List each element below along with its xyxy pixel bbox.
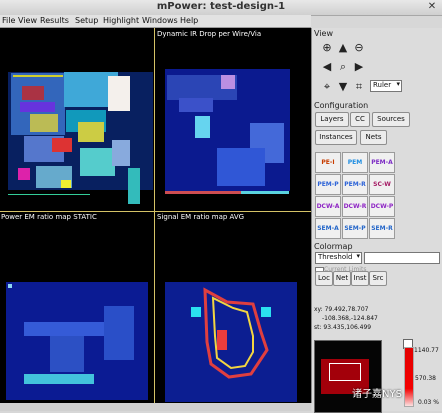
mini-map[interactable]: [314, 340, 382, 413]
menu-view[interactable]: View: [18, 16, 37, 25]
watermark-label: 诸子嘉NYS: [352, 389, 402, 400]
menu-results[interactable]: Results: [40, 16, 69, 25]
close-icon[interactable]: ✕: [426, 1, 438, 13]
arrow-up-icon[interactable]: ▲: [336, 41, 350, 55]
mini-map-focus: [329, 363, 361, 381]
net-button[interactable]: Net: [333, 271, 351, 286]
arrow-right-icon[interactable]: ▶: [352, 60, 366, 74]
inst-button[interactable]: Inst: [351, 271, 369, 286]
arrow-down-icon[interactable]: ▼: [336, 80, 350, 94]
coordinate-readout-line3: st: 93.435,106.499: [314, 324, 372, 331]
threshold-select-value: Threshold: [318, 253, 353, 261]
layout-viewport[interactable]: Dynamic IR Drop per Wire/Via Power EM ra…: [0, 28, 312, 403]
top-right-ir-drop-map[interactable]: [155, 28, 311, 211]
threshold-select[interactable]: Threshold ▾: [315, 252, 362, 264]
window-title: mPower: test-design-1: [156, 1, 286, 12]
bottom-left-power-em-map[interactable]: [0, 212, 154, 403]
threshold-input[interactable]: [364, 252, 440, 264]
coordinate-readout-xy: xy: 79.492,78.707: [314, 306, 369, 313]
chevron-down-icon: ▾: [356, 252, 360, 260]
cell-pe-i[interactable]: PE-I: [315, 152, 341, 173]
tab-instances[interactable]: Instances: [315, 130, 357, 145]
tab-nets[interactable]: Nets: [360, 130, 387, 145]
cell-sem-p[interactable]: SEM-P: [342, 218, 368, 239]
menu-file[interactable]: File: [2, 16, 15, 25]
tab-cc[interactable]: CC: [350, 112, 370, 127]
zoom-out-icon[interactable]: ⊖: [352, 41, 366, 55]
right-panel: View ⊕ ▲ ⊖ ◀ ⌕ ▶ ⌖ ▼ ⌗ Ruler ▾ Configura…: [312, 28, 442, 413]
zoom-fit-icon[interactable]: ⌕: [336, 60, 350, 74]
bottom-right-signal-em-map[interactable]: [155, 212, 311, 403]
view-panel-title: View: [314, 29, 333, 38]
color-scale-bar: [404, 347, 414, 407]
configuration-title: Configuration: [314, 101, 369, 110]
cell-dcw-a[interactable]: DCW-A: [315, 196, 341, 217]
cell-pem-p[interactable]: PEM-P: [315, 174, 341, 195]
status-bar: [0, 403, 311, 411]
tab-layers[interactable]: Layers: [315, 112, 349, 127]
ruler-select[interactable]: Ruler ▾: [370, 80, 402, 92]
scale-mid-label: 570.38: [415, 375, 436, 382]
cell-dcw-p[interactable]: DCW-P: [369, 196, 395, 217]
src-button[interactable]: Src: [369, 271, 387, 286]
scale-min-label: 0.03 %: [418, 399, 439, 406]
chevron-down-icon: ▾: [396, 80, 400, 88]
scale-max-label: 1140.77: [414, 347, 439, 354]
coordinate-readout-line2: -108.368,-124.847: [322, 315, 378, 322]
menu-bar: File View Results Setup Highlight Window…: [0, 15, 311, 28]
zoom-in-icon[interactable]: ⊕: [320, 41, 334, 55]
top-left-layout[interactable]: [0, 28, 154, 211]
loc-button[interactable]: Loc: [315, 271, 333, 286]
cell-sc-w[interactable]: SC-W: [369, 174, 395, 195]
menu-windows[interactable]: Windows: [142, 16, 178, 25]
colormap-title: Colormap: [314, 242, 353, 251]
menu-help[interactable]: Help: [180, 16, 198, 25]
zoom-area-icon[interactable]: ⌗: [352, 80, 366, 94]
menu-setup[interactable]: Setup: [75, 16, 98, 25]
arrow-left-icon[interactable]: ◀: [320, 60, 334, 74]
cell-pem-r[interactable]: PEM-R: [342, 174, 368, 195]
cell-pem[interactable]: PEM: [342, 152, 368, 173]
menu-highlight[interactable]: Highlight: [103, 16, 139, 25]
title-bar: mPower: test-design-1 ✕: [0, 0, 442, 16]
cell-sem-a[interactable]: SEM-A: [315, 218, 341, 239]
cell-pem-a[interactable]: PEM-A: [369, 152, 395, 173]
select-zoom-icon[interactable]: ⌖: [320, 80, 334, 94]
tab-sources[interactable]: Sources: [372, 112, 410, 127]
ruler-select-value: Ruler: [373, 81, 392, 89]
cell-sem-r[interactable]: SEM-R: [369, 218, 395, 239]
cell-dcw-r[interactable]: DCW-R: [342, 196, 368, 217]
